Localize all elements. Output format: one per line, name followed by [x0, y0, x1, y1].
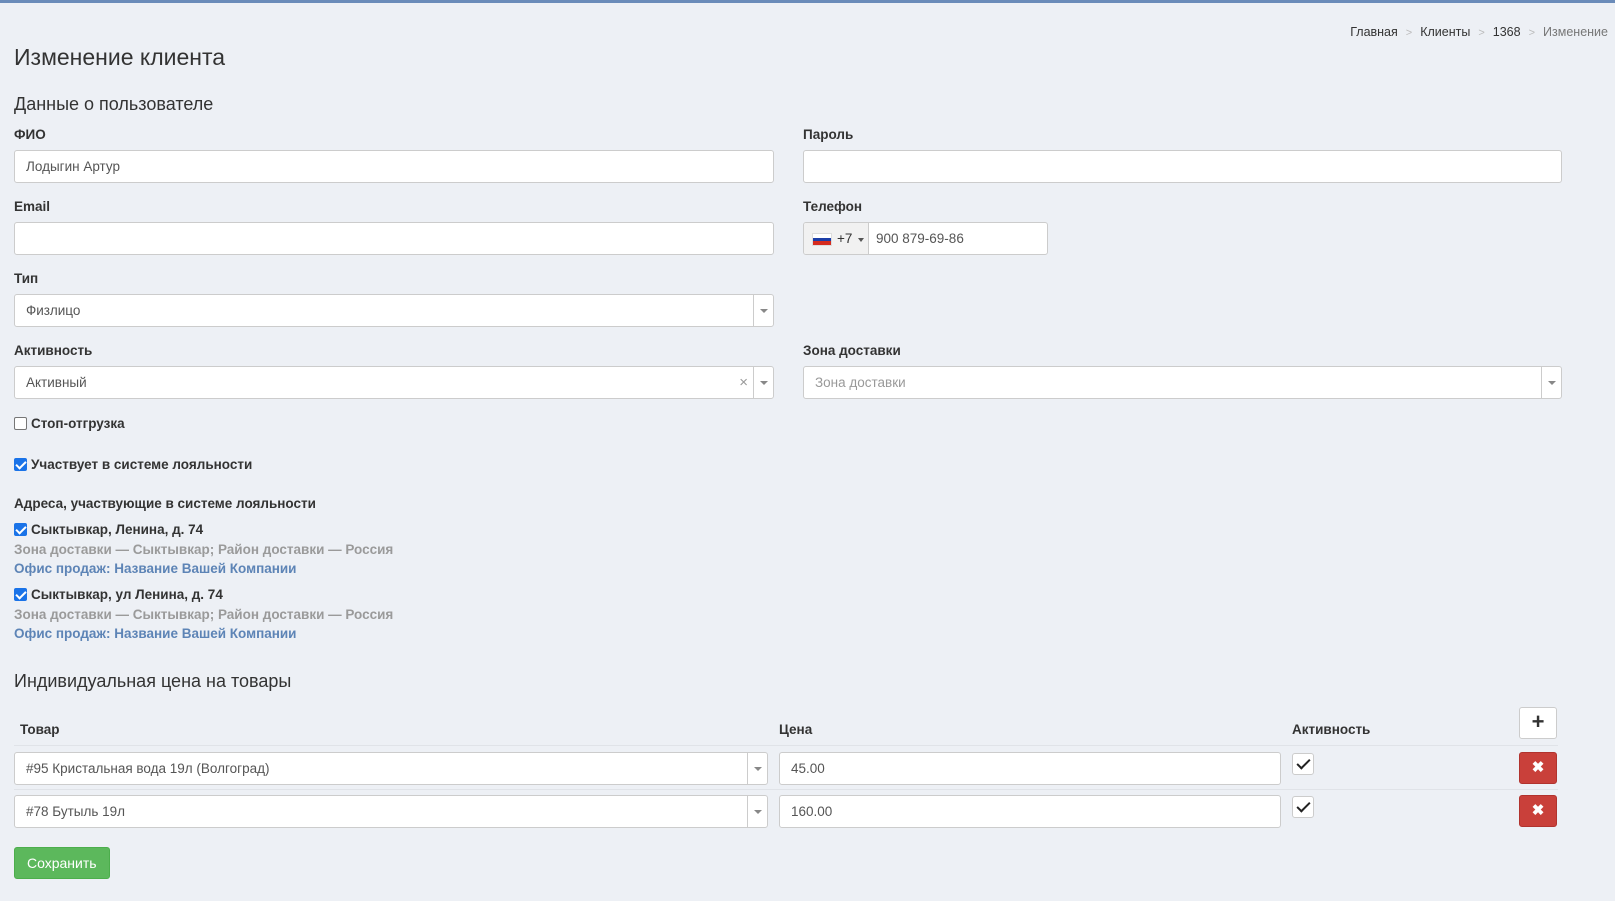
active-check-icon[interactable] [1292, 796, 1314, 818]
type-selected-value: Физлицо [26, 303, 81, 318]
password-label: Пароль [803, 127, 854, 142]
phone-input[interactable]: +7 900 879-69-86 [803, 222, 1048, 255]
column-header-price: Цена [779, 722, 813, 737]
russia-flag-icon [812, 233, 832, 246]
chevron-down-icon[interactable] [1541, 367, 1561, 398]
country-selector[interactable]: +7 [804, 223, 869, 254]
breadcrumb-home[interactable]: Главная [1350, 25, 1398, 39]
table-divider [14, 789, 1558, 790]
activity-selected-value: Активный [26, 375, 87, 390]
type-select[interactable]: Физлицо [14, 294, 774, 327]
address-meta: Зона доставки — Сыктывкар; Район доставк… [14, 542, 394, 557]
address-office-link[interactable]: Офис продаж: Название Вашей Компании [14, 626, 297, 641]
add-row-button[interactable]: + [1519, 707, 1557, 739]
chevron-down-icon[interactable] [753, 295, 773, 326]
addresses-title: Адреса, участвующие в системе лояльности [14, 496, 316, 511]
email-input[interactable] [14, 222, 774, 255]
loyalty-label[interactable]: Участвует в системе лояльности [31, 457, 252, 472]
phone-number: 900 879-69-86 [876, 231, 964, 246]
column-header-product: Товар [20, 722, 60, 737]
address-meta: Зона доставки — Сыктывкар; Район доставк… [14, 607, 394, 622]
activity-select[interactable]: Активный × [14, 366, 774, 399]
delete-row-button[interactable]: ✖ [1519, 752, 1557, 784]
price-input[interactable]: 45.00 [779, 752, 1281, 785]
phone-label: Телефон [803, 199, 863, 214]
address-checkbox[interactable] [14, 523, 27, 536]
zone-select[interactable]: Зона доставки [803, 366, 1562, 399]
activity-label: Активность [14, 343, 93, 358]
product-selected-value: #78 Бутыль 19л [26, 804, 126, 819]
address-title[interactable]: Сыктывкар, Ленина, д. 74 [31, 522, 203, 537]
caret-down-icon [858, 238, 864, 242]
chevron-down-icon[interactable] [747, 796, 767, 827]
prices-section-title: Индивидуальная цена на товары [14, 671, 292, 691]
stop-shipment-label[interactable]: Стоп-отгрузка [31, 416, 125, 431]
breadcrumb-clients[interactable]: Клиенты [1420, 25, 1470, 39]
zone-placeholder: Зона доставки [815, 375, 906, 390]
email-label: Email [14, 199, 51, 214]
chevron-down-icon[interactable] [747, 753, 767, 784]
product-selected-value: #95 Кристальная вода 19л (Волгоград) [26, 761, 270, 776]
table-divider [14, 745, 1558, 746]
address-title[interactable]: Сыктывкар, ул Ленина, д. 74 [31, 587, 223, 602]
dial-code: +7 [837, 231, 853, 246]
address-checkbox[interactable] [14, 588, 27, 601]
stop-shipment-checkbox[interactable] [14, 417, 27, 430]
fio-label: ФИО [14, 127, 46, 142]
top-accent-line [0, 0, 1615, 3]
chevron-down-icon[interactable] [753, 367, 773, 398]
user-section-title: Данные о пользователе [14, 94, 214, 114]
page-title: Изменение клиента [14, 44, 226, 70]
save-button[interactable]: Сохранить [14, 847, 110, 879]
breadcrumb: Главная > Клиенты >1368 > Изменение [1350, 25, 1608, 39]
product-select[interactable]: #95 Кристальная вода 19л (Волгоград) [14, 752, 768, 785]
fio-input[interactable]: Лодыгин Артур [14, 150, 774, 183]
password-input[interactable] [803, 150, 1562, 183]
zone-label: Зона доставки [803, 343, 901, 358]
delete-row-button[interactable]: ✖ [1519, 795, 1557, 827]
active-check-icon[interactable] [1292, 753, 1314, 775]
product-select[interactable]: #78 Бутыль 19л [14, 795, 768, 828]
loyalty-checkbox[interactable] [14, 458, 27, 471]
column-header-active: Активность [1292, 722, 1371, 737]
price-input[interactable]: 160.00 [779, 795, 1281, 828]
breadcrumb-current: Изменение [1543, 25, 1608, 39]
type-label: Тип [14, 271, 39, 286]
clear-icon[interactable]: × [739, 367, 748, 398]
breadcrumb-client-id[interactable]: 1368 [1493, 25, 1521, 39]
address-office-link[interactable]: Офис продаж: Название Вашей Компании [14, 561, 297, 576]
